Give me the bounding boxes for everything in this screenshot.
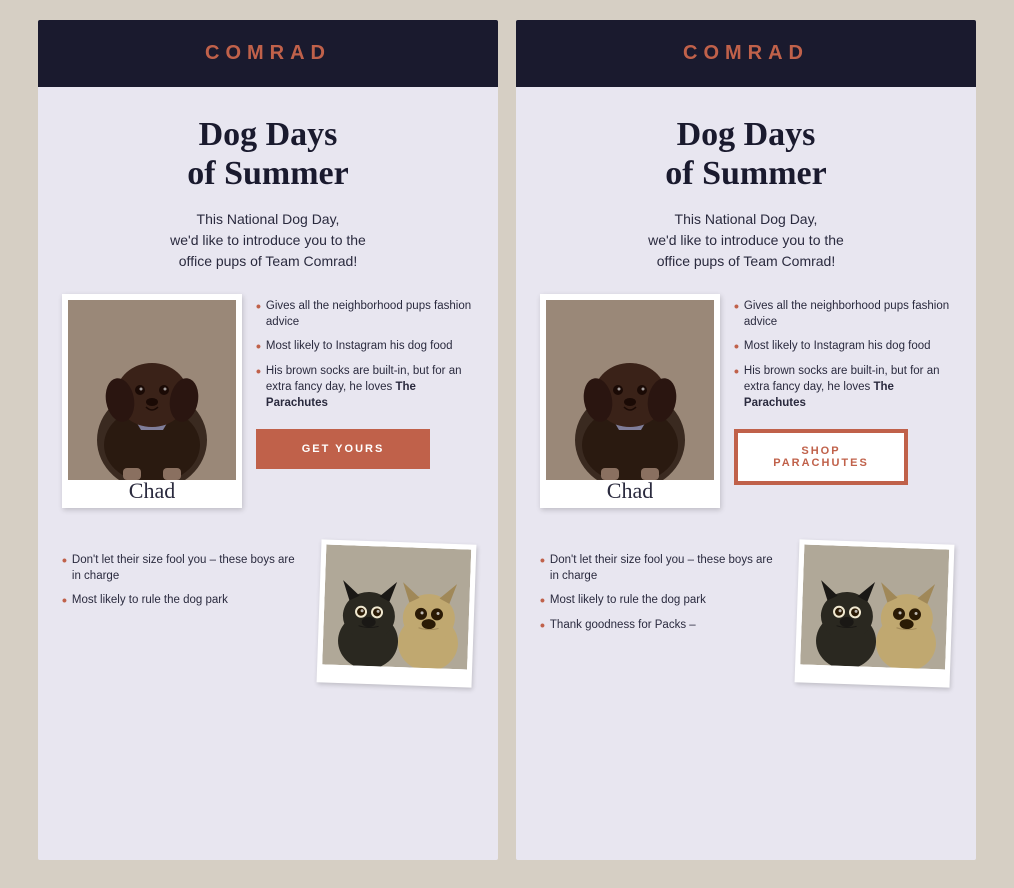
email-panel-left: COMRAD Dog Daysof Summer This National D… [38, 20, 498, 860]
panel-header-right: COMRAD [516, 20, 976, 87]
bullet-dot: • [540, 552, 545, 584]
dog-photo-chad-right [546, 300, 714, 480]
polaroid-chad-left: Chad [62, 294, 242, 508]
polaroid-frenchies-left [317, 540, 477, 688]
bullet-dot: • [734, 298, 739, 330]
bullet-item: • Gives all the neighborhood pups fashio… [256, 298, 474, 330]
bullet-item: • Most likely to Instagram his dog food [256, 338, 474, 355]
get-yours-button[interactable]: GET YOURS [258, 431, 428, 467]
brand-logo-left: COMRAD [58, 42, 478, 65]
bullet-text: Gives all the neighborhood pups fashion … [266, 298, 474, 330]
headline-left: Dog Daysof Summer [187, 115, 348, 193]
headline-right: Dog Daysof Summer [665, 115, 826, 193]
bullet-dot: • [540, 617, 545, 634]
bullet-text: Most likely to Instagram his dog food [744, 338, 931, 355]
bullet-item: • Don't let their size fool you – these … [62, 552, 305, 584]
panels-wrapper: COMRAD Dog Daysof Summer This National D… [30, 20, 984, 860]
bullet-item: • Most likely to rule the dog park [62, 592, 305, 609]
dog-section-left: Chad • Gives all the neighborhood pups f… [62, 294, 474, 508]
email-panel-right: COMRAD Dog Daysof Summer This National D… [516, 20, 976, 860]
polaroid-frenchies-right [795, 540, 955, 688]
brand-logo-right: COMRAD [536, 42, 956, 65]
frenchie-photo-right [800, 545, 949, 670]
dog-section-right: Chad • Gives all the neighborhood pups f… [540, 294, 952, 508]
bullet-dot: • [734, 363, 739, 411]
bullet-item: • His brown socks are built-in, but for … [734, 363, 952, 411]
bottom-section-left: • Don't let their size fool you – these … [38, 542, 498, 705]
bullet-item: • Most likely to rule the dog park [540, 592, 783, 609]
shop-parachutes-button[interactable]: SHOP PARACHUTES [736, 431, 906, 483]
subheadline-right: This National Dog Day,we'd like to intro… [648, 209, 844, 272]
bottom-bullets-right: • Don't let their size fool you – these … [540, 542, 783, 634]
cta-highlight-left: GET YOURS [256, 429, 430, 469]
bullet-text: Most likely to rule the dog park [72, 592, 228, 609]
dog-name-chad-left: Chad [129, 478, 175, 504]
frenchie-photo-left [322, 545, 471, 670]
cta-highlight-right: SHOP PARACHUTES [734, 429, 908, 485]
bullet-text: Most likely to rule the dog park [550, 592, 706, 609]
dog-bullets-left: • Gives all the neighborhood pups fashio… [256, 294, 474, 469]
bullet-item: • Thank goodness for Packs – [540, 617, 783, 634]
subheadline-left: This National Dog Day,we'd like to intro… [170, 209, 366, 272]
panel-header-left: COMRAD [38, 20, 498, 87]
bullet-text: His brown socks are built-in, but for an… [744, 363, 952, 411]
cta-wrapper-left: GET YOURS [256, 429, 474, 469]
bullet-dot: • [256, 338, 261, 355]
bottom-bullets-left: • Don't let their size fool you – these … [62, 542, 305, 609]
bullet-dot: • [540, 592, 545, 609]
bullet-text: His brown socks are built-in, but for an… [266, 363, 474, 411]
bullet-dot: • [256, 363, 261, 411]
bullet-item: • His brown socks are built-in, but for … [256, 363, 474, 411]
bullet-dot: • [734, 338, 739, 355]
bullet-dot: • [256, 298, 261, 330]
bullet-item: • Don't let their size fool you – these … [540, 552, 783, 584]
bullet-text: Gives all the neighborhood pups fashion … [744, 298, 952, 330]
bullet-dot: • [62, 552, 67, 584]
dog-photo-chad-left [68, 300, 236, 480]
dog-bullets-right: • Gives all the neighborhood pups fashio… [734, 294, 952, 485]
polaroid-chad-right: Chad [540, 294, 720, 508]
panel-body-right: Dog Daysof Summer This National Dog Day,… [516, 87, 976, 542]
cta-wrapper-right: SHOP PARACHUTES [734, 429, 952, 485]
bullet-item: • Gives all the neighborhood pups fashio… [734, 298, 952, 330]
bullet-text: Don't let their size fool you – these bo… [550, 552, 783, 584]
bullet-text: Don't let their size fool you – these bo… [72, 552, 305, 584]
bullet-item: • Most likely to Instagram his dog food [734, 338, 952, 355]
bottom-section-right: • Don't let their size fool you – these … [516, 542, 976, 705]
bullet-dot: • [62, 592, 67, 609]
dog-name-chad-right: Chad [607, 478, 653, 504]
panel-body-left: Dog Daysof Summer This National Dog Day,… [38, 87, 498, 542]
bullet-text: Most likely to Instagram his dog food [266, 338, 453, 355]
bullet-text: Thank goodness for Packs – [550, 617, 696, 634]
